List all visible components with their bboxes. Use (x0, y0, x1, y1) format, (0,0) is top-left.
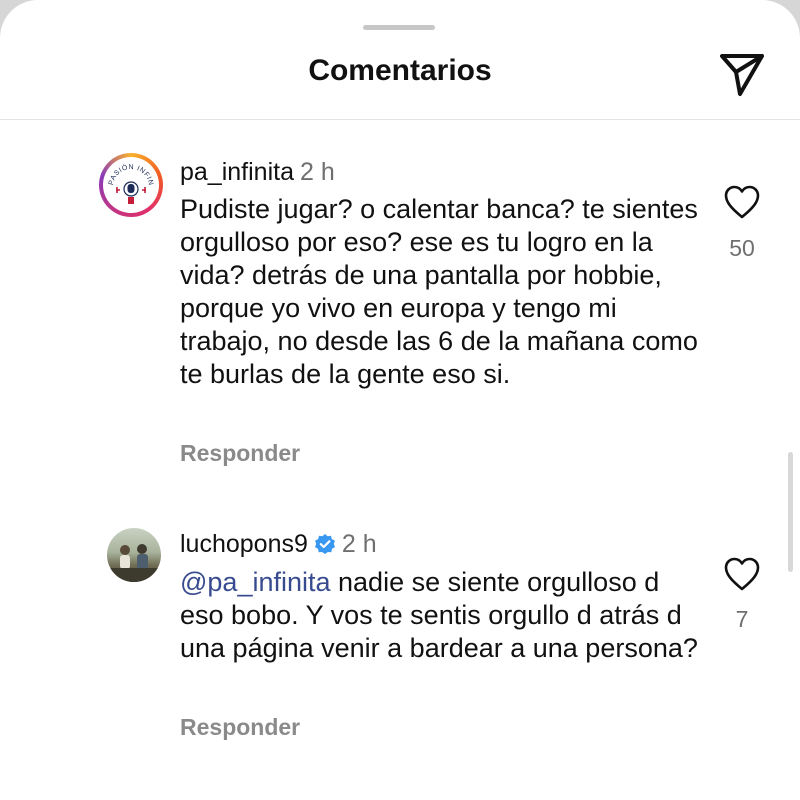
username[interactable]: luchopons9 (180, 530, 308, 558)
like-count: 50 (729, 235, 755, 261)
comment-time: 2 h (299, 158, 335, 186)
avatar[interactable] (107, 528, 161, 582)
comments-sheet: Comentarios PASIÓN INFINITA (0, 0, 800, 800)
comment-header: luchopons9 2 h (180, 530, 377, 559)
paper-plane-icon (720, 54, 764, 96)
sheet-grabber[interactable] (363, 25, 435, 30)
comment-time: 2 h (341, 530, 377, 558)
comment-text: Pudiste jugar? o calentar banca? te sien… (180, 194, 698, 389)
comment-text: @pa_infinita nadie se siente orgulloso d… (180, 566, 700, 665)
verified-badge-icon (314, 534, 335, 554)
reply-button[interactable]: Responder (180, 714, 300, 741)
heart-icon[interactable] (723, 556, 761, 592)
mention-link[interactable]: @pa_infinita (180, 567, 331, 597)
heart-icon[interactable] (723, 184, 761, 220)
header-divider (0, 119, 800, 120)
share-button[interactable] (716, 50, 768, 98)
pasion-infinita-logo: PASIÓN INFINITA (100, 153, 153, 204)
reply-button[interactable]: Responder (180, 440, 300, 467)
username[interactable]: pa_infinita (180, 158, 294, 186)
avatar[interactable]: PASIÓN INFINITA (99, 153, 163, 217)
avatar-photo (107, 544, 161, 582)
comment-header: pa_infinita 2 h (180, 158, 335, 187)
scrollbar[interactable] (788, 452, 793, 572)
like-count: 7 (735, 606, 749, 632)
page-title: Comentarios (308, 54, 492, 87)
